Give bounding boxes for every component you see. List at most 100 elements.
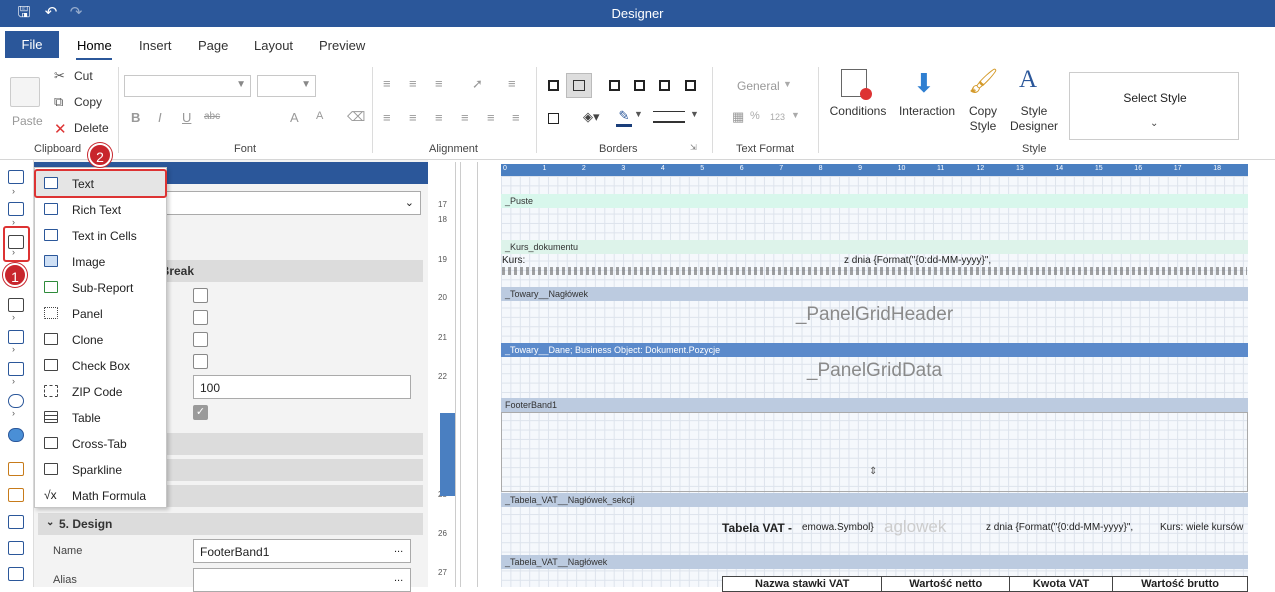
table-icon[interactable] bbox=[8, 541, 24, 555]
name-field[interactable]: FooterBand1 bbox=[193, 539, 411, 563]
align-justify-icon[interactable]: ≡ bbox=[461, 110, 469, 125]
font-size-select[interactable]: ▼ bbox=[257, 75, 316, 97]
align-middle-icon[interactable]: ≡ bbox=[487, 110, 495, 125]
charts-icon[interactable] bbox=[8, 362, 24, 376]
checkbox[interactable] bbox=[193, 354, 208, 369]
border-top-icon[interactable] bbox=[634, 80, 645, 91]
fill-color-icon[interactable]: ◈▾ bbox=[583, 109, 600, 125]
dialog-launcher-icon[interactable]: ⇲ bbox=[690, 143, 697, 152]
shapes-icon[interactable] bbox=[8, 330, 24, 344]
bold-icon[interactable]: B bbox=[131, 110, 140, 125]
data-icon[interactable] bbox=[8, 567, 24, 581]
resize-handle-icon[interactable]: ⇕ bbox=[869, 466, 877, 477]
align-center-icon[interactable]: ≡ bbox=[409, 110, 417, 125]
grow-font-icon[interactable]: A bbox=[290, 110, 299, 125]
strikethrough-icon[interactable]: abc bbox=[204, 111, 220, 122]
align-bottom-icon[interactable]: ≡ bbox=[512, 110, 520, 125]
band-tabela-vat-naglowek[interactable]: _Tabela_VAT__Nagłówek bbox=[501, 555, 1248, 569]
vat-col-header[interactable]: Wartość brutto bbox=[1112, 576, 1248, 592]
menu-item-table[interactable]: Table bbox=[35, 405, 166, 431]
checked-checkbox[interactable]: ✓ bbox=[193, 405, 208, 420]
chevron-down-icon[interactable]: ▼ bbox=[690, 109, 699, 119]
tab-insert[interactable]: Insert bbox=[139, 38, 172, 53]
format-icon[interactable]: ▦ bbox=[732, 109, 744, 125]
vat-col-header[interactable]: Wartość netto bbox=[881, 576, 1011, 592]
checkbox[interactable] bbox=[193, 310, 208, 325]
alias-ellipsis-button[interactable]: ... bbox=[394, 572, 403, 584]
italic-icon[interactable]: I bbox=[158, 110, 162, 125]
paste-button[interactable]: Paste bbox=[12, 114, 43, 128]
menu-item-sub-report[interactable]: Sub-Report bbox=[35, 275, 166, 301]
map-icon[interactable] bbox=[8, 428, 24, 442]
tab-home[interactable]: Home bbox=[77, 38, 112, 53]
tab-layout[interactable]: Layout bbox=[254, 38, 293, 53]
delete-button[interactable]: Delete bbox=[74, 121, 109, 135]
checkbox[interactable] bbox=[193, 332, 208, 347]
text-format-select[interactable]: General bbox=[737, 79, 780, 93]
menu-item-math-formula[interactable]: √x Math Formula bbox=[35, 483, 166, 509]
percent-icon[interactable]: % bbox=[750, 110, 760, 122]
interaction-button[interactable]: Interaction bbox=[895, 104, 959, 119]
cross-bands-icon[interactable] bbox=[8, 202, 24, 216]
kurs-date-text[interactable]: z dnia {Format("{0:dd-MM-yyyy}", bbox=[844, 255, 991, 266]
style-designer-button[interactable]: Style Designer bbox=[1008, 104, 1060, 134]
conditions-button[interactable]: Conditions bbox=[826, 104, 890, 119]
border-color-icon[interactable]: ✎ bbox=[616, 108, 632, 127]
vat-col-header[interactable]: Kwota VAT bbox=[1009, 576, 1114, 592]
border-style-icon[interactable] bbox=[653, 111, 685, 123]
wrap-text-icon[interactable]: ≡ bbox=[508, 76, 516, 91]
font-family-select[interactable]: ▼ bbox=[124, 75, 251, 97]
tab-preview[interactable]: Preview bbox=[319, 38, 365, 53]
tab-page[interactable]: Page bbox=[198, 38, 228, 53]
border-bottom-icon[interactable] bbox=[685, 80, 696, 91]
clear-format-icon[interactable]: ⌫ bbox=[347, 109, 365, 125]
barcode-icon[interactable] bbox=[8, 298, 24, 312]
align-right-icon[interactable]: ≡ bbox=[435, 110, 443, 125]
menu-item-sparkline[interactable]: Sparkline bbox=[35, 457, 166, 483]
report-icon[interactable] bbox=[8, 462, 24, 476]
menu-item-text-in-cells[interactable]: Text in Cells bbox=[35, 223, 166, 249]
vat-date-text[interactable]: z dnia {Format("{0:dd-MM-yyyy}", bbox=[986, 522, 1133, 533]
shrink-font-icon[interactable]: A bbox=[316, 110, 323, 122]
vat-title-text[interactable]: Tabela VAT - bbox=[722, 521, 792, 535]
chevron-down-icon[interactable]: ⌄ bbox=[1150, 118, 1158, 129]
calendar-icon[interactable] bbox=[8, 488, 24, 502]
design-section-header[interactable]: ⌄ 5. Design bbox=[38, 513, 423, 535]
align-top-right-icon[interactable]: ≡ bbox=[435, 76, 443, 91]
border-left-icon[interactable] bbox=[609, 80, 620, 91]
menu-item-zip-code[interactable]: ZIP Code bbox=[35, 379, 166, 405]
vat-kurs-text[interactable]: Kurs: wiele kursów bbox=[1160, 522, 1243, 533]
numeric-field[interactable]: 100 bbox=[193, 375, 411, 399]
menu-item-check-box[interactable]: Check Box bbox=[35, 353, 166, 379]
tab-file[interactable]: File bbox=[5, 31, 59, 58]
band-kurs-dokumentu[interactable]: _Kurs_dokumentu bbox=[501, 240, 1248, 254]
copy-button[interactable]: Copy bbox=[74, 95, 102, 109]
checkbox[interactable] bbox=[193, 288, 208, 303]
underline-icon[interactable]: U bbox=[182, 110, 191, 125]
name-ellipsis-button[interactable]: ... bbox=[394, 543, 403, 555]
cut-button[interactable]: Cut bbox=[74, 69, 93, 83]
text-angle-icon[interactable]: ➚ bbox=[472, 76, 483, 92]
number-format-icon[interactable]: 123 bbox=[770, 112, 785, 122]
copy-style-button[interactable]: Copy Style bbox=[962, 104, 1004, 134]
menu-item-panel[interactable]: Panel bbox=[35, 301, 166, 327]
chevron-down-icon[interactable]: ▼ bbox=[634, 109, 643, 119]
menu-item-clone[interactable]: Clone bbox=[35, 327, 166, 353]
border-right-icon[interactable] bbox=[659, 80, 670, 91]
select-style-gallery[interactable]: Select Style ⌄ bbox=[1069, 72, 1239, 140]
alias-field[interactable] bbox=[193, 568, 411, 592]
band-towary-naglowek[interactable]: _Towary__Nagłówek bbox=[501, 287, 1248, 301]
menu-item-cross-tab[interactable]: Cross-Tab bbox=[35, 431, 166, 457]
band-tabela-vat-naglowek-sekcji[interactable]: _Tabela_VAT__Nagłówek_sekcji bbox=[501, 493, 1248, 507]
band-puste[interactable]: _Puste bbox=[501, 194, 1248, 208]
align-top-center-icon[interactable]: ≡ bbox=[409, 76, 417, 91]
component-select[interactable]: ⌄ bbox=[165, 191, 421, 215]
form-icon[interactable] bbox=[8, 515, 24, 529]
band-towary-dane[interactable]: _Towary__Dane; Business Object: Dokument… bbox=[501, 343, 1248, 357]
vat-col-header[interactable]: Nazwa stawki VAT bbox=[721, 576, 883, 592]
kurs-label-text[interactable]: Kurs: bbox=[502, 255, 525, 266]
border-outline-icon[interactable] bbox=[548, 113, 559, 124]
align-top-left-icon[interactable]: ≡ bbox=[383, 76, 391, 91]
vat-symbol-text[interactable]: emowa.Symbol} bbox=[802, 522, 874, 533]
border-all-icon[interactable] bbox=[548, 80, 559, 91]
